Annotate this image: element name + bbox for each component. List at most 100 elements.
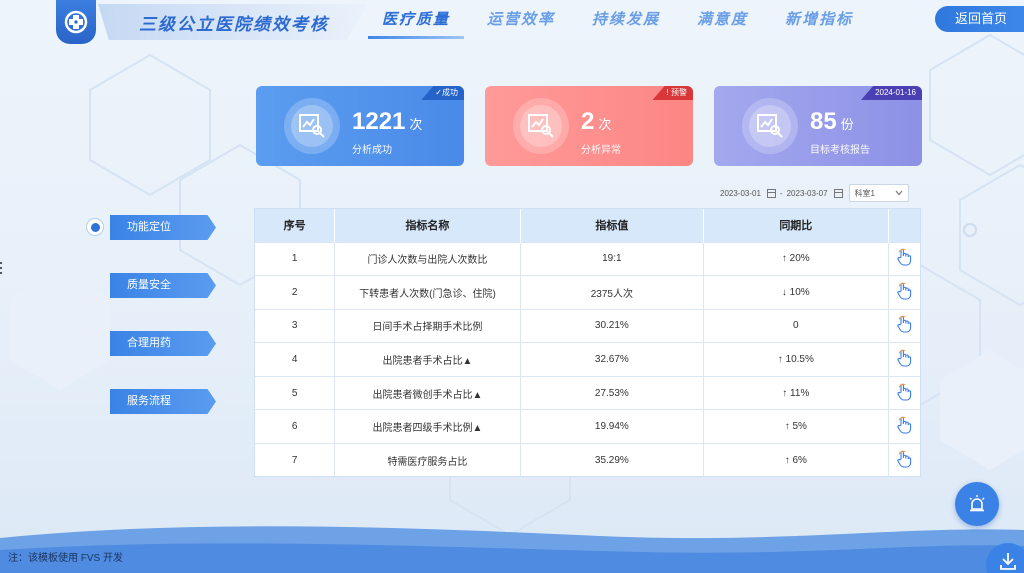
row-yoy-compare: ↑ 10.5% bbox=[703, 342, 889, 377]
row-indicator-value: 32.67% bbox=[520, 342, 705, 377]
pointing-hand-icon[interactable] bbox=[896, 349, 912, 370]
date-badge: 2024-01-16 bbox=[861, 86, 922, 100]
table-row: 4 出院患者手术占比▲ 32.67% ↑ 10.5% bbox=[255, 342, 920, 377]
row-indicator-value: 35.29% bbox=[520, 443, 705, 478]
hospital-logo-icon bbox=[56, 0, 96, 44]
side-item-service-process[interactable]: 服务流程 bbox=[110, 389, 216, 414]
department-select[interactable]: 科室1 bbox=[848, 184, 909, 202]
tab-sustainable-development[interactable]: 持续发展 bbox=[578, 0, 674, 38]
calendar-icon[interactable] bbox=[766, 188, 776, 198]
row-action-cell bbox=[888, 375, 920, 410]
download-button[interactable] bbox=[986, 543, 1024, 573]
row-index: 5 bbox=[255, 375, 336, 410]
row-index: 2 bbox=[255, 275, 336, 310]
row-indicator-value: 2375人次 bbox=[520, 275, 705, 310]
row-action-cell bbox=[888, 275, 920, 310]
row-indicator-name: 特需医疗服务占比 bbox=[334, 443, 521, 478]
pointing-hand-icon[interactable] bbox=[896, 282, 912, 303]
row-indicator-name: 出院患者四级手术比例▲ bbox=[334, 409, 521, 444]
column-header-yoy: 同期比 bbox=[703, 209, 889, 242]
alarm-button[interactable] bbox=[955, 482, 999, 526]
app-title: 三级公立医院绩效考核 bbox=[139, 15, 329, 34]
chart-search-icon bbox=[742, 98, 798, 154]
filter-bar: 2023-03-01 - 2023-03-07 科室1 bbox=[720, 184, 909, 202]
card-value: 1221 次 bbox=[352, 108, 423, 135]
row-yoy-compare: ↑ 11% bbox=[703, 375, 889, 410]
row-action-cell bbox=[888, 342, 920, 377]
department-select-value: 科室1 bbox=[854, 188, 875, 198]
pointing-hand-icon[interactable] bbox=[896, 383, 912, 404]
row-index: 4 bbox=[255, 342, 336, 377]
column-header-index: 序号 bbox=[255, 209, 336, 242]
table-header-row: 序号 指标名称 指标值 同期比 bbox=[255, 209, 920, 242]
start-date-picker[interactable]: 2023-03-01 bbox=[720, 188, 776, 198]
row-action-cell bbox=[888, 443, 920, 478]
row-index: 1 bbox=[255, 241, 336, 276]
row-index: 6 bbox=[255, 409, 336, 444]
table-row: 5 出院患者微创手术占比▲ 27.53% ↑ 11% bbox=[255, 375, 920, 410]
alarm-light-icon bbox=[969, 495, 985, 512]
end-date-value: 2023-03-07 bbox=[786, 188, 828, 198]
warning-badge: ! 预警 bbox=[652, 86, 693, 100]
row-indicator-name: 下转患者人次数(门急诊、住院) bbox=[334, 275, 521, 310]
side-item-function-positioning[interactable]: 功能定位 bbox=[110, 215, 216, 240]
table-row: 7 特需医疗服务占比 35.29% ↑ 6% bbox=[255, 443, 920, 478]
end-date-picker[interactable]: 2023-03-07 bbox=[786, 188, 843, 198]
row-indicator-name: 出院患者微创手术占比▲ bbox=[334, 375, 521, 410]
row-index: 7 bbox=[255, 443, 336, 478]
card-label: 分析成功 bbox=[352, 145, 392, 156]
row-indicator-name: 出院患者手术占比▲ bbox=[334, 342, 521, 377]
table-row: 2 下转患者人次数(门急诊、住院) 2375人次 ↓ 10% bbox=[255, 275, 920, 310]
column-header-name: 指标名称 bbox=[334, 209, 521, 242]
row-indicator-value: 30.21% bbox=[520, 308, 705, 343]
card-value: 85 份 bbox=[810, 108, 854, 135]
row-action-cell bbox=[888, 308, 920, 343]
active-indicator-icon bbox=[86, 218, 104, 236]
indicator-table: 序号 指标名称 指标值 同期比 1 门诊人次数与出院人次数比 19:1 ↑ 20% 2 下… bbox=[254, 208, 921, 478]
top-header: 三级公立医院绩效考核 医疗质量 运营效率 持续发展 满意度 新增指标 返回首页 bbox=[0, 0, 1024, 44]
card-value: 2次 bbox=[581, 108, 612, 135]
calendar-icon[interactable] bbox=[833, 188, 843, 198]
row-yoy-compare: ↑ 6% bbox=[703, 443, 889, 478]
main-nav: 医疗质量 运营效率 持续发展 满意度 新增指标 bbox=[368, 0, 876, 40]
row-action-cell bbox=[888, 241, 920, 276]
tab-medical-quality[interactable]: 医疗质量 bbox=[368, 0, 465, 39]
pointing-hand-icon[interactable] bbox=[896, 248, 912, 269]
chart-search-icon bbox=[513, 98, 569, 154]
row-indicator-value: 27.53% bbox=[520, 375, 705, 410]
row-indicator-value: 19:1 bbox=[520, 241, 705, 276]
stat-card-success: ✓成功 1221 次 分析成功 bbox=[256, 86, 464, 166]
card-label: 分析异常 bbox=[581, 145, 621, 156]
row-yoy-compare: 0 bbox=[703, 308, 889, 343]
row-indicator-name: 门诊人次数与出院人次数比 bbox=[334, 241, 521, 276]
table-row: 1 门诊人次数与出院人次数比 19:1 ↑ 20% bbox=[255, 241, 920, 276]
side-item-rational-medication[interactable]: 合理用药 bbox=[110, 331, 216, 356]
start-date-value: 2023-03-01 bbox=[720, 188, 761, 198]
row-yoy-compare: ↑ 20% bbox=[703, 241, 889, 276]
collapse-handle[interactable] bbox=[0, 262, 3, 277]
row-yoy-compare: ↓ 10% bbox=[703, 275, 889, 310]
chevron-down-icon bbox=[895, 190, 902, 196]
row-index: 3 bbox=[255, 308, 336, 343]
tab-satisfaction[interactable]: 满意度 bbox=[683, 0, 762, 38]
tab-operation-efficiency[interactable]: 运营效率 bbox=[473, 0, 569, 38]
row-indicator-value: 19.94% bbox=[520, 409, 705, 444]
pointing-hand-icon[interactable] bbox=[896, 416, 912, 437]
status-badge: ✓成功 bbox=[421, 86, 464, 100]
row-yoy-compare: ↑ 5% bbox=[703, 409, 889, 444]
stat-card-error: ! 预警 2次 分析异常 bbox=[485, 86, 693, 166]
stat-card-report: 2024-01-16 85 份 目标考核报告 bbox=[714, 86, 922, 166]
download-icon bbox=[1000, 553, 1016, 570]
table-row: 3 日间手术占择期手术比例 30.21% 0 bbox=[255, 308, 920, 343]
row-indicator-name: 日间手术占择期手术比例 bbox=[334, 308, 521, 343]
side-item-quality-safety[interactable]: 质量安全 bbox=[110, 273, 216, 298]
footer-note: 注：该模板使用 FVS 开发 bbox=[8, 553, 124, 564]
date-separator: - bbox=[779, 188, 783, 198]
tab-new-indicators[interactable]: 新增指标 bbox=[771, 0, 867, 38]
pointing-hand-icon[interactable] bbox=[896, 315, 912, 336]
chart-search-icon bbox=[284, 98, 340, 154]
return-home-button[interactable]: 返回首页 bbox=[935, 6, 1024, 32]
column-header-action bbox=[888, 209, 920, 242]
pointing-hand-icon[interactable] bbox=[896, 450, 912, 471]
table-row: 6 出院患者四级手术比例▲ 19.94% ↑ 5% bbox=[255, 409, 920, 444]
